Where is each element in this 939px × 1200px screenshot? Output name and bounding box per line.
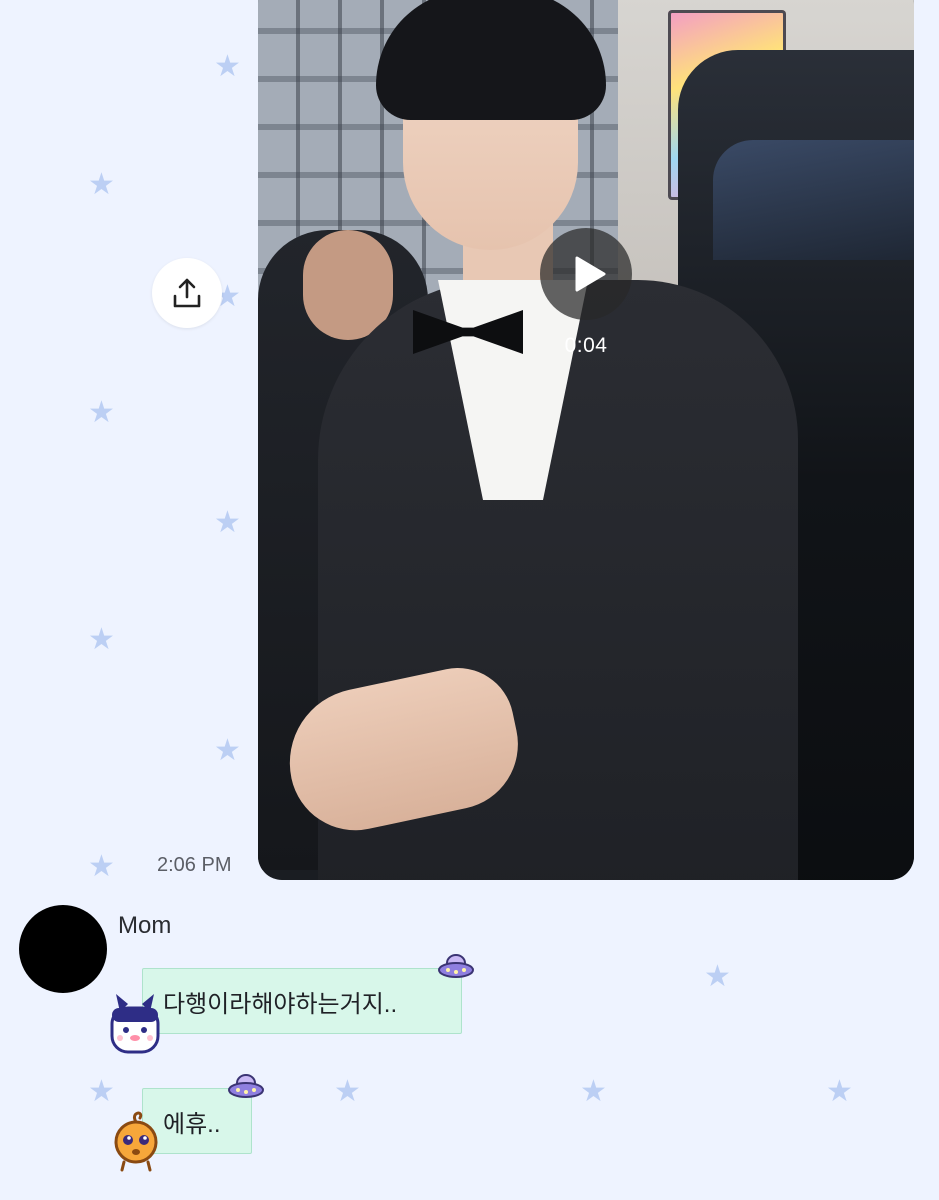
person-hair [376,0,606,120]
message-bubble[interactable]: 다행이라해야하는거지.. [142,968,462,1034]
share-icon [173,278,201,308]
message-text: 다행이라해야하는거지.. [163,990,398,1018]
star-icon: ★ [704,960,731,993]
share-button[interactable] [152,258,222,328]
message-text: 에휴.. [163,1110,221,1138]
video-duration: 0:04 [564,334,608,357]
star-icon: ★ [214,50,241,83]
star-icon: ★ [214,506,241,539]
video-thumbnail [258,0,914,880]
ufo-icon [228,1074,264,1098]
ufo-icon [438,954,474,978]
star-icon: ★ [214,734,241,767]
avatar[interactable] [19,905,107,993]
star-icon: ★ [826,1075,853,1108]
play-icon [575,256,606,292]
star-icon: ★ [88,1075,115,1108]
star-icon: ★ [334,1075,361,1108]
orange-mascot-icon [114,1111,158,1172]
play-button[interactable] [540,228,632,320]
star-icon: ★ [88,396,115,429]
sender-name: Mom [118,912,172,939]
star-icon: ★ [580,1075,607,1108]
car-window [713,140,914,260]
star-icon: ★ [88,168,115,201]
message-timestamp: 2:06 PM [157,854,232,876]
star-icon: ★ [88,850,115,883]
star-icon: ★ [88,623,115,656]
bunny-mascot-icon [110,994,160,1054]
video-message[interactable]: 0:04 [258,0,914,880]
